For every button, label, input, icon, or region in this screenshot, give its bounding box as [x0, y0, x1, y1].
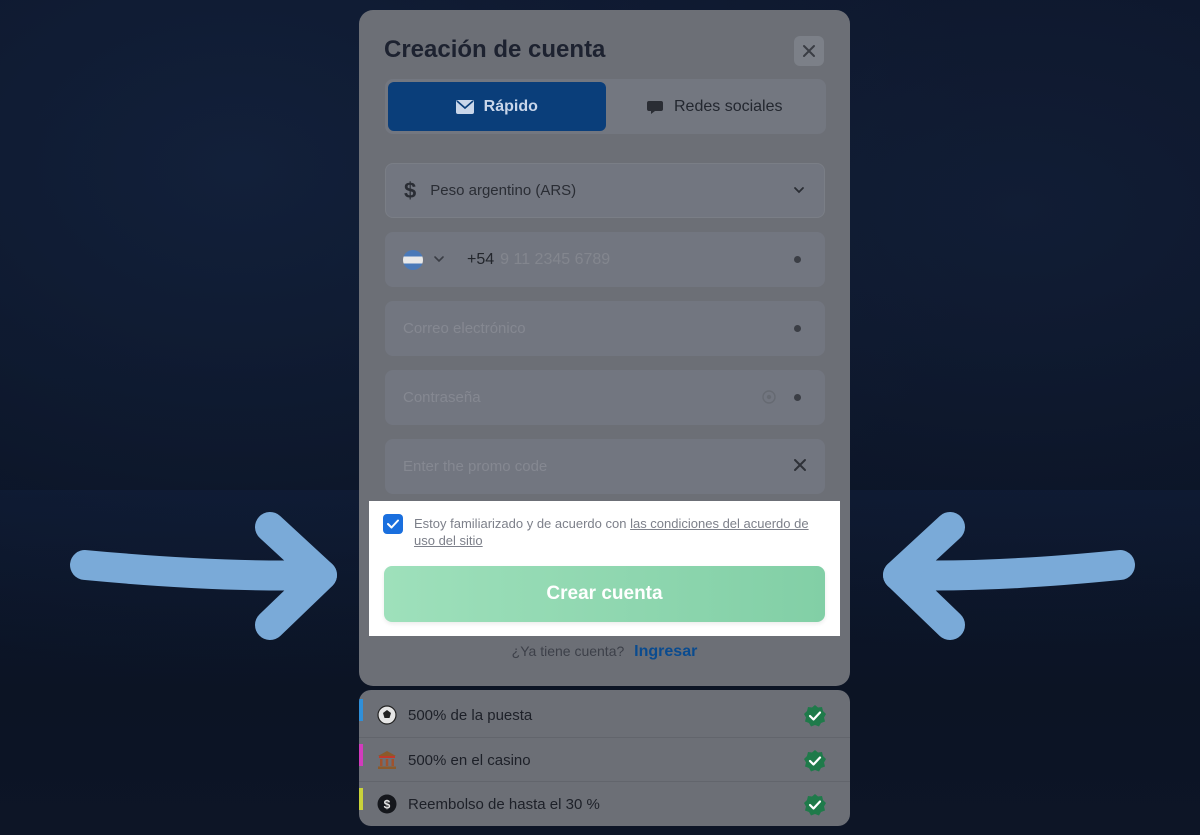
login-question: ¿Ya tiene cuenta?: [511, 643, 625, 659]
tab-rapido[interactable]: Rápido: [388, 82, 606, 131]
casino-icon: [378, 751, 396, 769]
tab-label: Redes sociales: [674, 97, 783, 115]
left-pointing-arrow-icon: [883, 512, 1135, 640]
bonus-label: Reembolso de hasta el 30 %: [408, 796, 600, 813]
verified-check-icon: [804, 705, 826, 727]
promo-code-field[interactable]: Enter the promo code: [385, 439, 825, 494]
clear-icon[interactable]: [793, 458, 807, 472]
bonus-label: 500% de la puesta: [408, 707, 533, 724]
email-field[interactable]: Correo electrónico: [385, 301, 825, 356]
modal-title: Creación de cuenta: [384, 36, 606, 63]
close-icon: [803, 45, 815, 57]
verified-check-icon: [804, 794, 826, 816]
registration-tabs: Rápido Redes sociales: [385, 79, 826, 134]
required-dot: [794, 394, 801, 401]
currency-select[interactable]: $ Peso argentino (ARS): [385, 163, 825, 218]
chevron-down-icon[interactable]: [433, 253, 445, 265]
soccer-ball-icon: [377, 705, 397, 725]
verified-check-icon: [804, 750, 826, 772]
bonus-color-bar: [359, 699, 363, 721]
agreement-text: Estoy familiarizado y de acuerdo con las…: [414, 515, 814, 549]
tab-label: Rápido: [483, 97, 538, 115]
checkmark-icon: [387, 519, 399, 529]
chevron-down-icon: [794, 187, 804, 194]
phone-input[interactable]: +54 9 11 2345 6789: [385, 232, 825, 287]
login-link[interactable]: Ingresar: [634, 643, 697, 660]
dollar-icon: $: [404, 177, 417, 203]
right-pointing-arrow-icon: [70, 512, 337, 640]
envelope-icon: [455, 99, 474, 114]
list-item: $ Reembolso de hasta el 30 %: [359, 781, 850, 825]
chat-bubble-icon: [647, 100, 663, 114]
create-account-button[interactable]: Crear cuenta: [384, 566, 825, 622]
required-dot: [794, 325, 801, 332]
currency-value: Peso argentino (ARS): [430, 182, 577, 199]
password-placeholder: Contraseña: [403, 389, 481, 406]
password-field[interactable]: Contraseña: [385, 370, 825, 425]
bonus-color-bar: [359, 744, 363, 766]
tab-redes-sociales[interactable]: Redes sociales: [606, 82, 824, 131]
close-button[interactable]: [794, 36, 824, 66]
required-dot: [794, 256, 801, 263]
email-placeholder: Correo electrónico: [403, 320, 526, 337]
country-code: +54: [467, 250, 495, 268]
login-prompt: ¿Ya tiene cuenta? Ingresar: [359, 643, 850, 661]
bonus-label: 500% en el casino: [408, 752, 531, 769]
bonus-list: 500% de la puesta 500% en el casino $ Re…: [359, 690, 850, 826]
cashback-icon: $: [377, 794, 397, 814]
list-item: 500% en el casino: [359, 737, 850, 781]
promo-placeholder: Enter the promo code: [403, 458, 548, 475]
list-item: 500% de la puesta: [359, 693, 850, 737]
bonus-color-bar: [359, 788, 363, 810]
agreement-checkbox[interactable]: [383, 514, 403, 534]
eye-icon[interactable]: [761, 389, 777, 405]
argentina-flag-icon[interactable]: [403, 249, 423, 270]
highlighted-agreement-panel: Estoy familiarizado y de acuerdo con las…: [369, 501, 840, 636]
agreement-prefix: Estoy familiarizado y de acuerdo con: [414, 516, 627, 531]
svg-text:$: $: [384, 798, 391, 812]
phone-placeholder: 9 11 2345 6789: [500, 250, 611, 268]
